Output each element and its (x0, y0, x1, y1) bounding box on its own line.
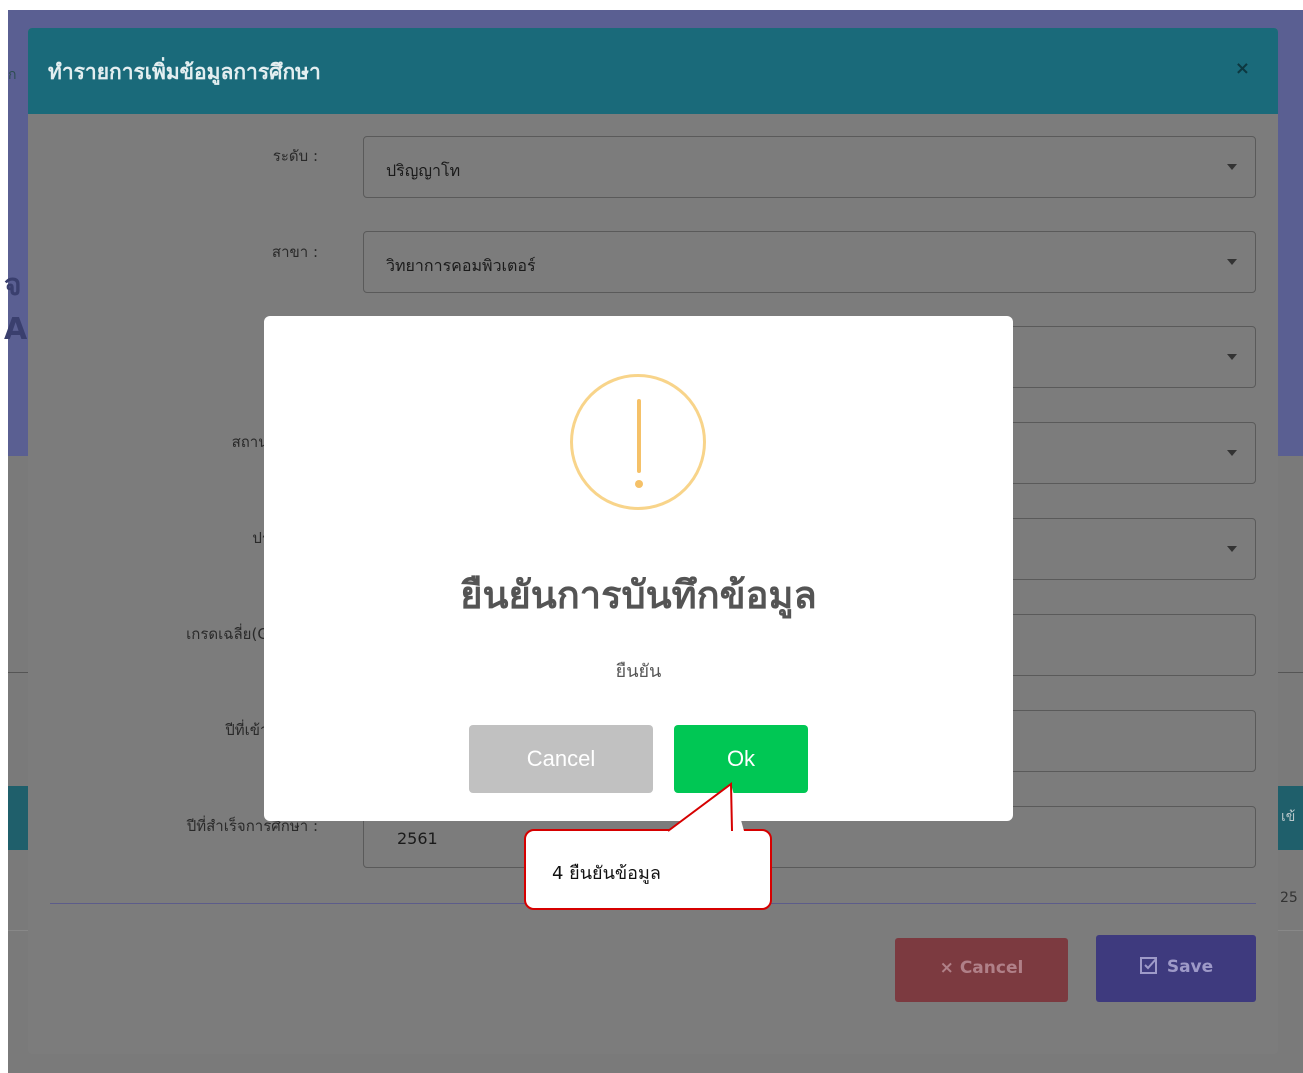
major-label: สาขา : (271, 243, 318, 261)
close-icon[interactable]: × (1235, 58, 1250, 79)
confirm-dialog-text: ยืนยัน (615, 661, 662, 682)
screen: จ A ก เข้ 25 ทำรายการเพิ่มข้อมูลการศึกษา… (0, 0, 1303, 1073)
form-cancel-button[interactable]: × Cancel (895, 938, 1068, 1002)
warning-icon-dot (635, 480, 643, 488)
confirm-dialog-title: ยืนยันการบันทึกข้อมูล (460, 573, 817, 617)
page-heading-fragment: จ (4, 268, 22, 303)
page-top-strip (0, 0, 1303, 10)
chevron-down-icon (1227, 450, 1237, 456)
warning-icon-bar (637, 399, 641, 473)
form-cancel-label: × Cancel (939, 958, 1024, 978)
form-modal-header: ทำรายการเพิ่มข้อมูลการศึกษา × (28, 28, 1278, 114)
level-label: ระดับ : (272, 147, 318, 165)
checkbox-icon (1139, 957, 1157, 974)
confirm-cancel-label: Cancel (526, 746, 596, 771)
warning-icon (570, 374, 706, 510)
level-select-value: ปริญญาโท (386, 161, 461, 180)
chevron-down-icon (1227, 259, 1237, 265)
confirm-ok-label: Ok (726, 746, 756, 771)
page-heading-fragment: A (4, 312, 28, 347)
chevron-down-icon (1227, 546, 1237, 552)
graduation-year-value: 2561 (397, 829, 438, 848)
page-text-fragment: ก (8, 67, 17, 83)
major-select[interactable]: วิทยาการคอมพิวเตอร์ (363, 231, 1256, 293)
chevron-down-icon (1227, 164, 1237, 170)
confirm-ok-button[interactable]: Ok (674, 725, 808, 793)
annotation-text: 4 ยืนยันข้อมูล (552, 863, 661, 884)
form-save-label: Save (1096, 955, 1256, 977)
page-table-column-fragment: เข้ (1281, 809, 1296, 825)
chevron-down-icon (1227, 354, 1237, 360)
form-save-text: Save (1166, 957, 1214, 977)
annotation-callout: 4 ยืนยันข้อมูล (524, 829, 772, 910)
form-modal-title: ทำรายการเพิ่มข้อมูลการศึกษา (48, 60, 321, 84)
confirm-dialog: ยืนยันการบันทึกข้อมูล ยืนยัน Cancel Ok (264, 316, 1013, 821)
form-save-button[interactable]: Save (1096, 935, 1256, 1002)
major-select-value: วิทยาการคอมพิวเตอร์ (386, 256, 536, 275)
confirm-cancel-button[interactable]: Cancel (469, 725, 653, 793)
level-select[interactable]: ปริญญาโท (363, 136, 1256, 198)
page-table-cell-fragment: 25 (1280, 890, 1298, 906)
